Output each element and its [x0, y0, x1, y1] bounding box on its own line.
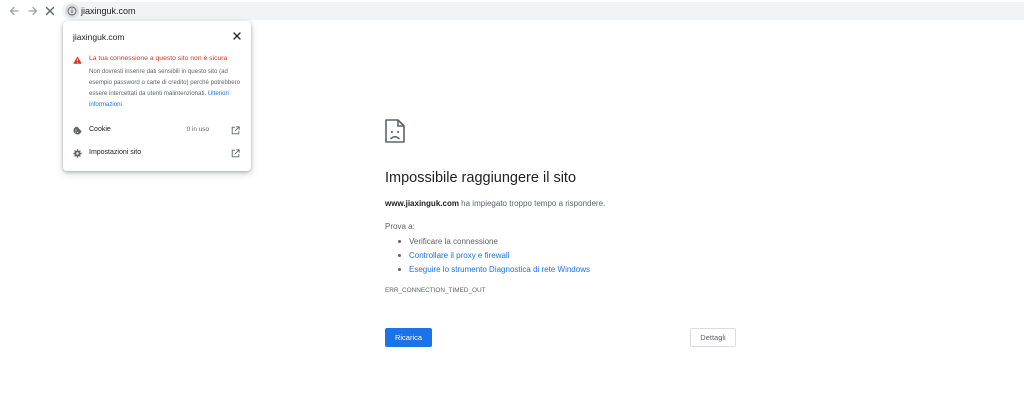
- cookie-icon: [73, 126, 82, 135]
- browser-toolbar: jiaxinguk.com: [0, 0, 1024, 22]
- suggestions-list: Verificare la connessione Controllare il…: [385, 235, 590, 277]
- suggestion-check-proxy-firewall-link[interactable]: Controllare il proxy e firewall: [385, 249, 590, 263]
- details-button[interactable]: Dettagli: [690, 328, 736, 347]
- suggestion-check-connection: Verificare la connessione: [385, 235, 590, 249]
- address-bar[interactable]: jiaxinguk.com: [62, 2, 1024, 20]
- site-info-popup: jiaxinguk.com La tua connessione a quest…: [63, 21, 251, 171]
- site-settings-label: Impostazioni sito: [89, 149, 142, 156]
- error-domain: www.jiaxinguk.com: [385, 199, 459, 208]
- error-description-text: ha impiegato troppo tempo a rispondere.: [458, 199, 606, 208]
- close-icon: [233, 32, 241, 40]
- insecure-connection-title: La tua connessione a questo sito non è s…: [89, 55, 228, 62]
- url-text[interactable]: jiaxinguk.com: [81, 5, 136, 17]
- gear-icon: [73, 149, 82, 158]
- cookie-label: Cookie: [89, 126, 111, 133]
- site-settings-row[interactable]: Impostazioni sito: [63, 146, 251, 162]
- external-link-icon: [231, 149, 240, 158]
- close-icon: [45, 6, 55, 16]
- external-link-icon: [231, 126, 240, 135]
- cookie-count: 0 in uso: [186, 126, 209, 133]
- site-info-button[interactable]: [65, 4, 79, 18]
- forward-button[interactable]: [25, 3, 41, 19]
- arrow-right-icon: [28, 6, 38, 16]
- popup-close-button[interactable]: [231, 30, 243, 42]
- error-title: Impossibile raggiungere il sito: [385, 170, 577, 186]
- suggestion-network-diagnostics-link[interactable]: Eseguire lo strumento Diagnostica di ret…: [385, 263, 590, 277]
- try-label: Prova a:: [385, 222, 415, 231]
- sad-page-icon: [385, 119, 405, 143]
- popup-site-title: jiaxinguk.com: [73, 32, 125, 42]
- warning-icon: [73, 56, 82, 64]
- back-button[interactable]: [6, 3, 22, 19]
- reload-button[interactable]: Ricarica: [385, 328, 432, 347]
- stop-loading-button[interactable]: [42, 3, 58, 19]
- cookie-row[interactable]: Cookie 0 in uso: [63, 123, 251, 139]
- error-code: ERR_CONNECTION_TIMED_OUT: [385, 287, 486, 294]
- insecure-connection-description: Non dovresti inserire dati sensibili in …: [89, 66, 245, 110]
- info-icon: [67, 6, 77, 16]
- arrow-left-icon: [9, 6, 19, 16]
- error-description: www.jiaxinguk.com ha impiegato troppo te…: [385, 199, 605, 208]
